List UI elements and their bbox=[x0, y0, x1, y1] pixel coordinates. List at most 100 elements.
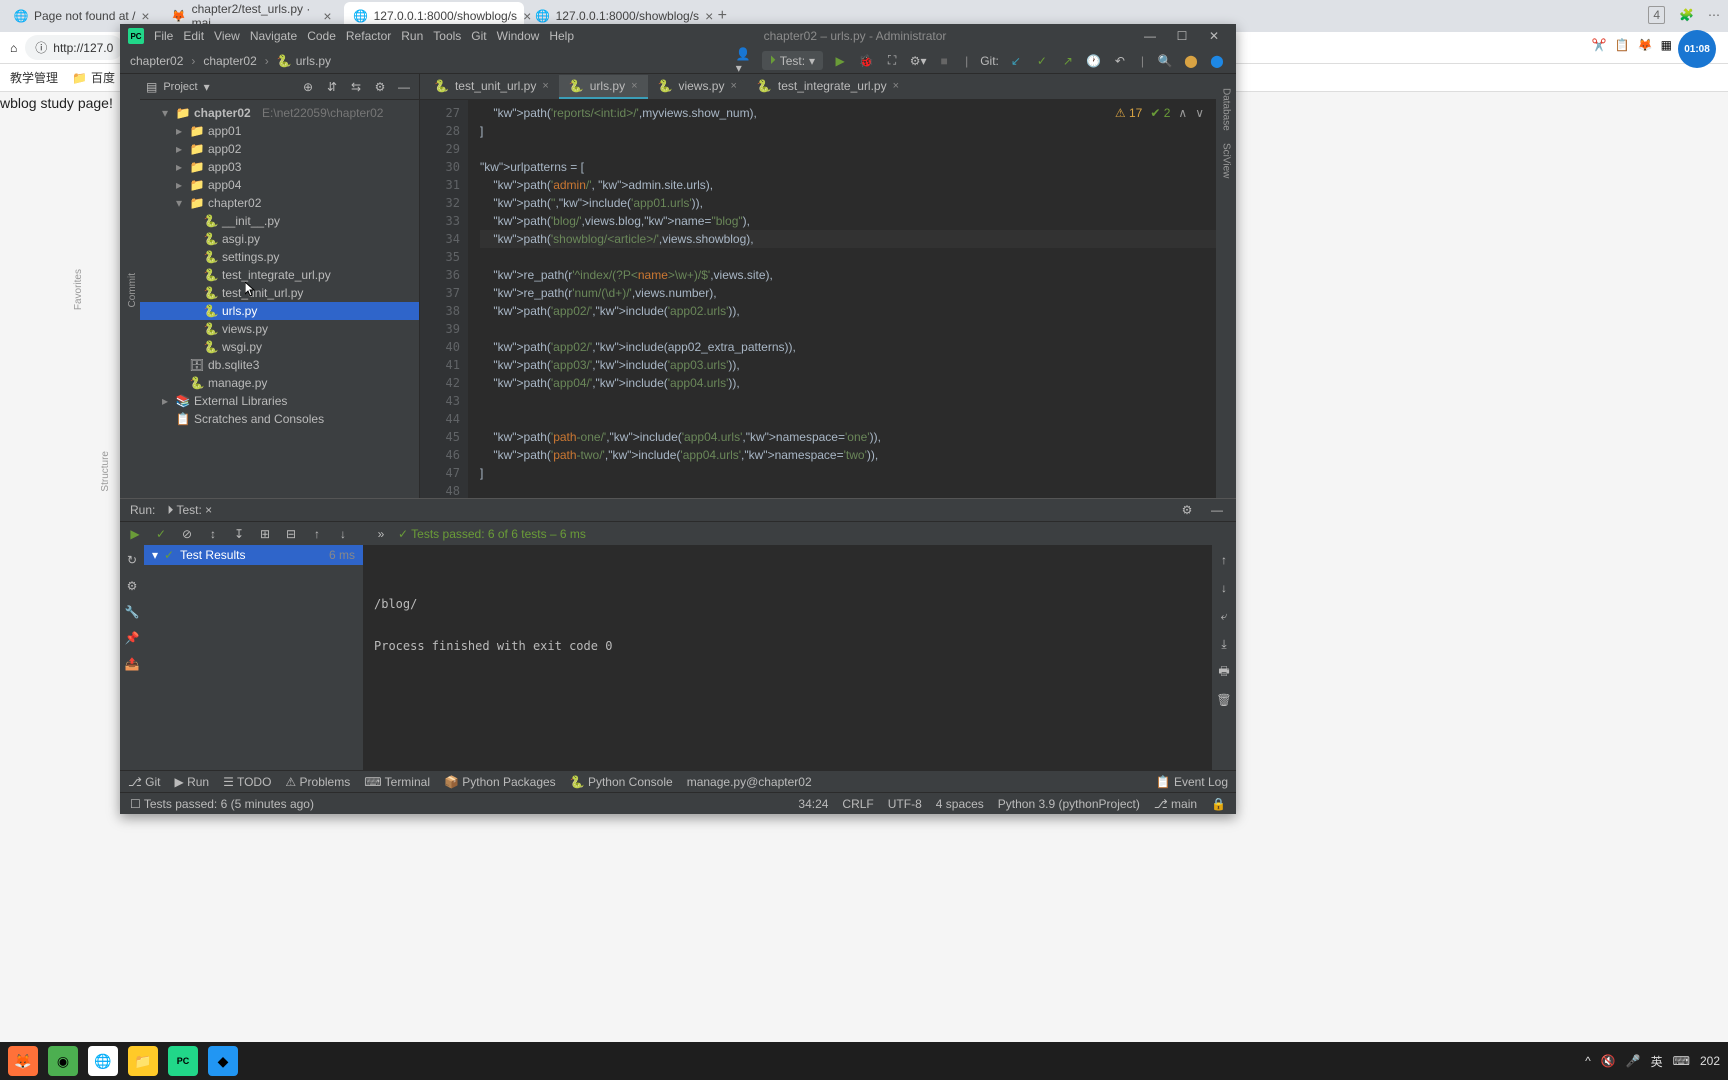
ime-icon[interactable]: 英 bbox=[1651, 1053, 1663, 1070]
gear-icon[interactable]: ⚙ bbox=[1178, 501, 1196, 519]
collapse-icon[interactable]: ⊟ bbox=[282, 525, 300, 543]
tree-file[interactable]: 🐍test_integrate_url.py bbox=[140, 266, 419, 284]
down-icon[interactable]: ↓ bbox=[334, 525, 352, 543]
coverage-button[interactable]: ⛶ bbox=[883, 52, 901, 70]
test-results-tree[interactable]: ▾✓Test Results6 ms bbox=[144, 545, 364, 770]
git-toolwin[interactable]: ⎇ Git bbox=[128, 775, 161, 789]
chevron-up-icon[interactable]: ∧ bbox=[1178, 106, 1187, 120]
git-rollback-icon[interactable]: ↶ bbox=[1111, 52, 1129, 70]
menu-edit[interactable]: Edit bbox=[183, 29, 204, 43]
chevron-down-icon[interactable]: ∨ bbox=[1195, 106, 1204, 120]
run-toolwin[interactable]: ▶ Run bbox=[175, 775, 210, 789]
editor-tab[interactable]: 🐍test_integrate_url.py× bbox=[747, 75, 909, 99]
sort-icon[interactable]: ↕ bbox=[204, 525, 222, 543]
stop-button[interactable]: ■ bbox=[935, 52, 953, 70]
menu-window[interactable]: Window bbox=[497, 29, 540, 43]
run-config-label[interactable]: ⏵ Test: × bbox=[167, 503, 212, 518]
problems-toolwin[interactable]: ⚠ Problems bbox=[285, 775, 350, 789]
run-button[interactable]: ▶ bbox=[831, 52, 849, 70]
profile-button[interactable]: ⚙▾ bbox=[909, 52, 927, 70]
app-icon[interactable]: ◉ bbox=[48, 1046, 78, 1076]
clock[interactable]: 202 bbox=[1700, 1054, 1720, 1068]
maximize-button[interactable]: ☐ bbox=[1168, 27, 1196, 45]
close-icon[interactable]: × bbox=[730, 80, 736, 92]
menu-git[interactable]: Git bbox=[471, 29, 486, 43]
tree-folder[interactable]: ▾📁chapter02 bbox=[140, 194, 419, 212]
collapse-icon[interactable]: ⇆ bbox=[347, 78, 365, 96]
structure-toolwin-tab[interactable]: Structure bbox=[98, 445, 113, 498]
todo-toolwin[interactable]: ☰ TODO bbox=[223, 775, 271, 789]
menu-refactor[interactable]: Refactor bbox=[346, 29, 391, 43]
packages-toolwin[interactable]: 📦 Python Packages bbox=[444, 775, 556, 789]
menu-navigate[interactable]: Navigate bbox=[250, 29, 297, 43]
export-icon[interactable]: 📤 bbox=[123, 655, 141, 673]
editor-tab[interactable]: 🐍urls.py× bbox=[559, 75, 648, 99]
home-icon[interactable]: ⌂ bbox=[10, 41, 17, 55]
up-arrow-icon[interactable]: ↑ bbox=[1215, 551, 1233, 569]
tree-folder[interactable]: ▸📁app04 bbox=[140, 176, 419, 194]
chrome-icon[interactable]: 🌐 bbox=[88, 1046, 118, 1076]
toggle-auto-icon[interactable]: ⚙ bbox=[123, 577, 141, 595]
encoding[interactable]: UTF-8 bbox=[888, 797, 922, 811]
tree-file[interactable]: 🗄db.sqlite3 bbox=[140, 356, 419, 374]
menu-help[interactable]: Help bbox=[549, 29, 574, 43]
terminal-toolwin[interactable]: ⌨ Terminal bbox=[364, 775, 430, 789]
pin-icon[interactable]: 📌 bbox=[123, 629, 141, 647]
search-icon[interactable]: 🔍 bbox=[1156, 52, 1174, 70]
puzzle-icon[interactable]: 🧩 bbox=[1679, 8, 1694, 22]
editor-tab[interactable]: 🐍test_unit_url.py× bbox=[424, 75, 559, 99]
console-toolwin[interactable]: 🐍 Python Console bbox=[570, 775, 673, 789]
commit-toolwin-tab[interactable]: Commit bbox=[125, 267, 140, 313]
app-icon[interactable]: ◆ bbox=[208, 1046, 238, 1076]
expand-icon[interactable]: ⊞ bbox=[256, 525, 274, 543]
rerun-failed-icon[interactable]: ↻ bbox=[123, 551, 141, 569]
volume-icon[interactable]: 🔇 bbox=[1601, 1054, 1616, 1068]
hide-icon[interactable]: — bbox=[395, 78, 413, 96]
add-config-icon[interactable]: 👤▾ bbox=[736, 52, 754, 70]
soft-wrap-icon[interactable]: ⤶ bbox=[1215, 607, 1233, 625]
grid-icon[interactable]: ▦ bbox=[1661, 38, 1672, 52]
tree-folder[interactable]: ▸📁app03 bbox=[140, 158, 419, 176]
debug-button[interactable]: 🐞 bbox=[857, 52, 875, 70]
manage-toolwin[interactable]: manage.py@chapter02 bbox=[687, 775, 812, 789]
code-editor[interactable]: ⚠ 17 ✔ 2 ∧ ∨ 272829303132333435363738394… bbox=[420, 100, 1216, 498]
tree-folder[interactable]: ▸📁app01 bbox=[140, 122, 419, 140]
menu-file[interactable]: File bbox=[154, 29, 173, 43]
ide-settings-icon[interactable]: ⬤ bbox=[1182, 52, 1200, 70]
close-icon[interactable]: × bbox=[893, 80, 899, 92]
tree-file[interactable]: 🐍wsgi.py bbox=[140, 338, 419, 356]
scroll-end-icon[interactable]: ⤓ bbox=[1215, 635, 1233, 653]
console-output[interactable]: /blog/ Process finished with exit code 0 bbox=[364, 545, 1212, 770]
more-icon[interactable]: » bbox=[372, 525, 390, 543]
menu-tools[interactable]: Tools bbox=[433, 29, 461, 43]
locate-icon[interactable]: ⊕ bbox=[299, 78, 317, 96]
run-config-selector[interactable]: ⏵Test:▾ bbox=[762, 51, 823, 70]
inspection-widget[interactable]: ⚠ 17 ✔ 2 ∧ ∨ bbox=[1115, 106, 1204, 120]
expand-icon[interactable]: ⇵ bbox=[323, 78, 341, 96]
tree-file[interactable]: 🐍settings.py bbox=[140, 248, 419, 266]
badge[interactable]: 4 bbox=[1648, 6, 1665, 24]
menu-run[interactable]: Run bbox=[401, 29, 423, 43]
editor-tab[interactable]: 🐍views.py× bbox=[648, 75, 747, 99]
close-icon[interactable]: × bbox=[141, 8, 149, 24]
tree-file[interactable]: 🐍__init__.py bbox=[140, 212, 419, 230]
git-push-icon[interactable]: ↗ bbox=[1059, 52, 1077, 70]
files-icon[interactable]: 📁 bbox=[128, 1046, 158, 1076]
close-icon[interactable]: × bbox=[631, 80, 637, 92]
tree-scratches[interactable]: 📋Scratches and Consoles bbox=[140, 410, 419, 428]
menu-code[interactable]: Code bbox=[307, 29, 336, 43]
tree-file[interactable]: 🐍views.py bbox=[140, 320, 419, 338]
toggle-pass-icon[interactable]: ✓ bbox=[152, 525, 170, 543]
firefox-icon[interactable]: 🦊 bbox=[8, 1046, 38, 1076]
tree-folder[interactable]: ▸📁app02 bbox=[140, 140, 419, 158]
git-update-icon[interactable]: ↙ bbox=[1007, 52, 1025, 70]
ide-avatar-icon[interactable]: ⬤ bbox=[1208, 52, 1226, 70]
tree-file[interactable]: 🐍asgi.py bbox=[140, 230, 419, 248]
sort2-icon[interactable]: ↧ bbox=[230, 525, 248, 543]
project-tree[interactable]: ▾📁chapter02 E:\net22059\chapter02 ▸📁app0… bbox=[140, 100, 419, 498]
mic-icon[interactable]: 🎤 bbox=[1626, 1054, 1641, 1068]
tree-root[interactable]: ▾📁chapter02 E:\net22059\chapter02 bbox=[140, 104, 419, 122]
up-icon[interactable]: ↑ bbox=[308, 525, 326, 543]
database-toolwin-tab[interactable]: Database bbox=[1219, 82, 1234, 137]
keyboard-icon[interactable]: ⌨ bbox=[1673, 1054, 1690, 1068]
